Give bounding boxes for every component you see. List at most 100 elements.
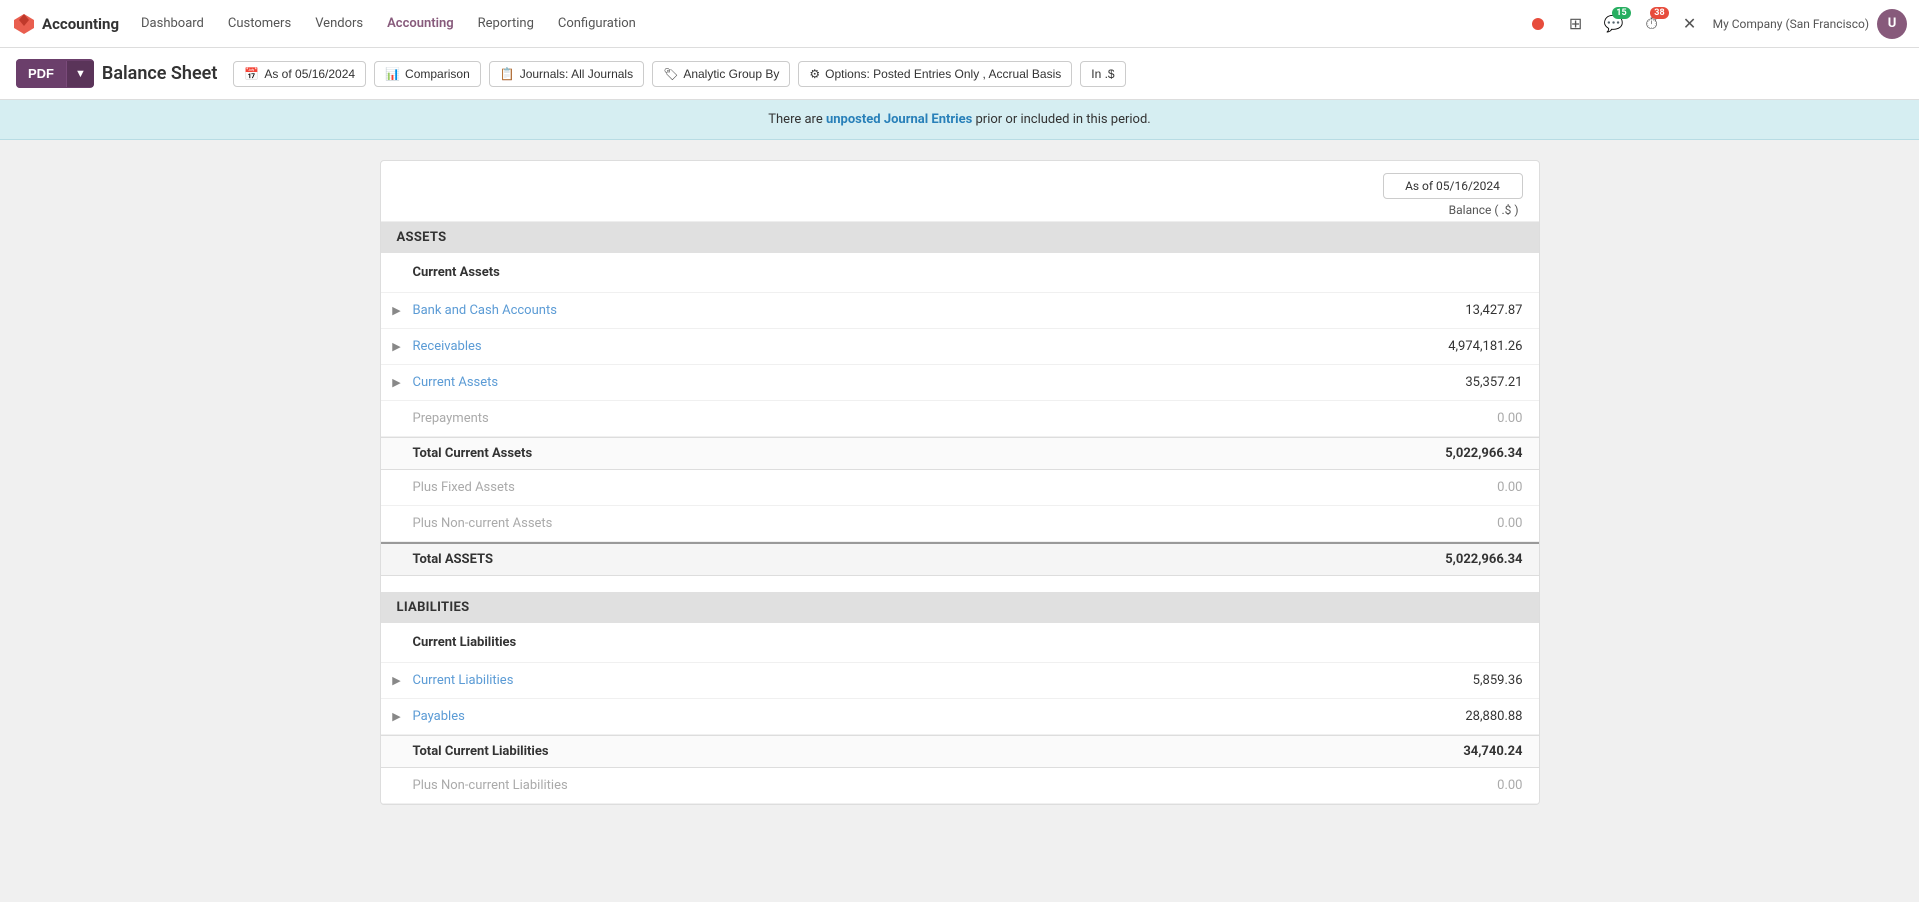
calendar-icon: 📅 (244, 67, 259, 81)
messages-btn[interactable]: 💬 15 (1599, 9, 1629, 39)
total-assets-value: 5,022,966.34 (1339, 544, 1539, 575)
clock-btn[interactable]: ⏱ 38 (1637, 9, 1667, 39)
current-liabilities-subheader: Current Liabilities (381, 623, 1539, 663)
analytic-filter-label: Analytic Group By (683, 67, 779, 81)
options-filter-btn[interactable]: ⚙ Options: Posted Entries Only , Accrual… (798, 61, 1072, 87)
nav-reporting[interactable]: Reporting (468, 10, 544, 37)
close-icon: ✕ (1683, 14, 1696, 33)
avatar[interactable]: U (1877, 9, 1907, 39)
analytic-filter-btn[interactable]: 🏷 Analytic Group By (652, 61, 790, 87)
current-liabilities-label: Current Liabilities (413, 631, 1339, 654)
plus-fixed-assets-label: Plus Fixed Assets (413, 472, 1339, 503)
current-assets-subheader: Current Assets (381, 253, 1539, 293)
balance-column-header: Balance ( .$ ) (1449, 203, 1523, 217)
comparison-filter-btn[interactable]: 📊 Comparison (374, 61, 481, 87)
current-assets-row-label[interactable]: Current Assets (413, 367, 1339, 398)
table-row: ▶ Current Assets 35,357.21 (381, 365, 1539, 401)
current-liabilities-row-label[interactable]: Current Liabilities (413, 665, 1339, 696)
unposted-entries-banner: There are unposted Journal Entries prior… (0, 100, 1919, 140)
payables-value: 28,880.88 (1339, 701, 1539, 732)
company-name[interactable]: My Company (San Francisco) (1713, 17, 1869, 31)
assets-section-header: ASSETS (381, 222, 1539, 253)
plus-noncurrent-liabilities-value: 0.00 (1339, 770, 1539, 801)
table-row: ▶ Payables 28,880.88 (381, 699, 1539, 735)
total-assets-label: Total ASSETS (413, 544, 1339, 575)
filter-icon: ⚙ (809, 67, 820, 81)
current-assets-label: Current Assets (413, 261, 1339, 284)
total-current-assets-row: Total Current Assets 5,022,966.34 (381, 437, 1539, 470)
toolbar: PDF ▼ Balance Sheet 📅 As of 05/16/2024 📊… (0, 48, 1919, 100)
pdf-dropdown-button[interactable]: ▼ (66, 61, 94, 87)
bank-cash-label[interactable]: Bank and Cash Accounts (413, 295, 1339, 326)
expand-current-assets-icon[interactable]: ▶ (381, 376, 413, 389)
date-filter-label: As of 05/16/2024 (264, 67, 355, 81)
top-nav: Accounting Dashboard Customers Vendors A… (0, 0, 1919, 48)
expand-payables-icon[interactable]: ▶ (381, 710, 413, 723)
comparison-filter-label: Comparison (405, 67, 470, 81)
nav-configuration[interactable]: Configuration (548, 10, 646, 37)
table-row: Prepayments 0.00 (381, 401, 1539, 437)
report-card: As of 05/16/2024 Balance ( .$ ) ASSETS C… (380, 160, 1540, 805)
banner-text-bold[interactable]: unposted Journal Entries (826, 112, 972, 127)
clock-badge: 38 (1650, 7, 1668, 19)
bank-cash-value: 13,427.87 (1339, 295, 1539, 326)
grid-menu-btn[interactable]: ⊞ (1561, 9, 1591, 39)
liabilities-section-header: LIABILITIES (381, 592, 1539, 623)
table-row: ▶ Current Liabilities 5,859.36 (381, 663, 1539, 699)
status-dot[interactable] (1523, 9, 1553, 39)
expand-receivables-icon[interactable]: ▶ (381, 340, 413, 353)
current-liabilities-row-value: 5,859.36 (1339, 665, 1539, 696)
nav-accounting[interactable]: Accounting (377, 10, 464, 37)
total-current-assets-value: 5,022,966.34 (1339, 438, 1539, 469)
currency-filter-label: In .$ (1091, 67, 1114, 81)
page-title: Balance Sheet (102, 63, 218, 84)
nav-right: ⊞ 💬 15 ⏱ 38 ✕ My Company (San Francisco)… (1523, 9, 1907, 39)
journal-icon: 📋 (500, 67, 515, 81)
main-content: As of 05/16/2024 Balance ( .$ ) ASSETS C… (360, 140, 1560, 825)
online-status-icon (1532, 18, 1544, 30)
banner-text-after: prior or included in this period. (972, 112, 1150, 127)
scroll-wrapper[interactable]: As of 05/16/2024 Balance ( .$ ) ASSETS C… (0, 140, 1919, 825)
nav-dashboard[interactable]: Dashboard (131, 10, 214, 37)
table-row: Plus Non-current Liabilities 0.00 (381, 768, 1539, 804)
table-row: ▶ Receivables 4,974,181.26 (381, 329, 1539, 365)
brand-icon (12, 12, 36, 36)
pdf-main-button[interactable]: PDF (16, 59, 66, 88)
total-current-assets-label: Total Current Assets (413, 438, 1339, 469)
table-row: Plus Fixed Assets 0.00 (381, 470, 1539, 506)
report-column-header: As of 05/16/2024 Balance ( .$ ) (381, 161, 1539, 222)
spacer (381, 576, 1539, 592)
payables-label[interactable]: Payables (413, 701, 1339, 732)
plus-fixed-assets-value: 0.00 (1339, 472, 1539, 503)
expand-current-liabilities-icon[interactable]: ▶ (381, 674, 413, 687)
prepayments-value: 0.00 (1339, 403, 1539, 434)
plus-noncurrent-liabilities-label: Plus Non-current Liabilities (413, 770, 1339, 801)
total-assets-row: Total ASSETS 5,022,966.34 (381, 542, 1539, 576)
date-filter-btn[interactable]: 📅 As of 05/16/2024 (233, 61, 366, 87)
currency-filter-btn[interactable]: In .$ (1080, 61, 1125, 87)
prepayments-label: Prepayments (413, 403, 1339, 434)
tag-icon: 🏷 (663, 67, 678, 81)
banner-text-before: There are (768, 112, 826, 127)
total-current-liabilities-value: 34,740.24 (1339, 736, 1539, 767)
grid-icon: ⊞ (1569, 14, 1582, 33)
options-filter-label: Options: Posted Entries Only , Accrual B… (825, 67, 1061, 81)
nav-brand[interactable]: Accounting (12, 12, 119, 36)
plus-noncurrent-assets-label: Plus Non-current Assets (413, 508, 1339, 539)
close-btn[interactable]: ✕ (1675, 9, 1705, 39)
total-current-liabilities-row: Total Current Liabilities 34,740.24 (381, 735, 1539, 768)
messages-badge: 15 (1612, 7, 1630, 19)
chart-icon: 📊 (385, 67, 400, 81)
journals-filter-btn[interactable]: 📋 Journals: All Journals (489, 61, 644, 87)
table-row: Plus Non-current Assets 0.00 (381, 506, 1539, 542)
receivables-label[interactable]: Receivables (413, 331, 1339, 362)
nav-vendors[interactable]: Vendors (305, 10, 373, 37)
total-current-liabilities-label: Total Current Liabilities (413, 736, 1339, 767)
pdf-btn-group: PDF ▼ (16, 59, 94, 88)
journals-filter-label: Journals: All Journals (520, 67, 633, 81)
date-column-header: As of 05/16/2024 (1383, 173, 1523, 199)
table-row: ▶ Bank and Cash Accounts 13,427.87 (381, 293, 1539, 329)
nav-customers[interactable]: Customers (218, 10, 301, 37)
receivables-value: 4,974,181.26 (1339, 331, 1539, 362)
expand-bank-icon[interactable]: ▶ (381, 304, 413, 317)
